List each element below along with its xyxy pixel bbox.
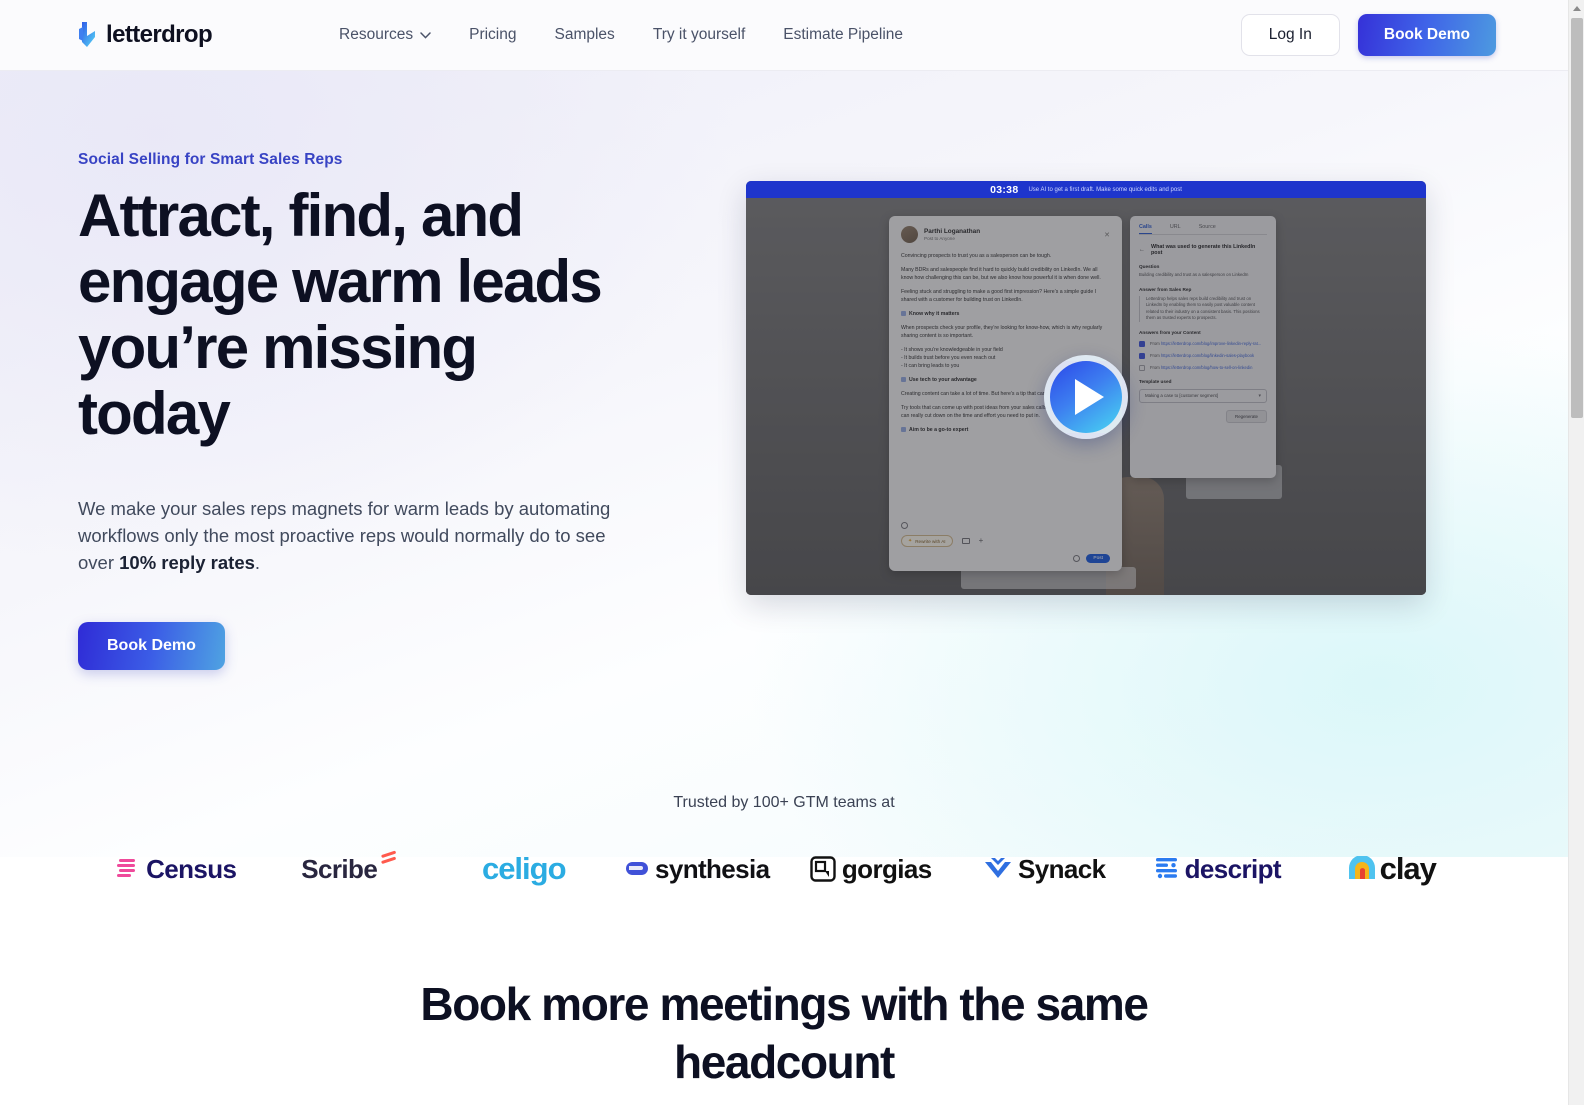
hero-section: Social Selling for Smart Sales Reps Attr… xyxy=(0,71,1568,886)
video-frame: Parthi Loganathan Post to Anyone ✕ Convi… xyxy=(746,198,1426,595)
nav-item-try-it-yourself[interactable]: Try it yourself xyxy=(634,16,764,54)
descript-logo-icon xyxy=(1155,858,1177,879)
nav-item-samples[interactable]: Samples xyxy=(536,16,634,54)
page-title: Attract, find, and engage warm leads you… xyxy=(78,182,603,447)
nav-item-pricing[interactable]: Pricing xyxy=(450,16,535,54)
gorgias-logo-icon xyxy=(810,856,836,882)
page-scrollbar[interactable] xyxy=(1568,0,1584,1105)
nav-label: Estimate Pipeline xyxy=(783,26,904,43)
logo-census: Census xyxy=(90,854,264,885)
logo-label: Synack xyxy=(1018,853,1106,884)
synack-logo-icon xyxy=(985,858,1012,878)
scroll-up-arrow-icon[interactable] xyxy=(1569,0,1584,16)
logo-synack: Synack xyxy=(958,854,1132,885)
page-viewport: letterdrop Resources Pricing Samples Try… xyxy=(0,0,1568,1105)
nav-item-estimate-pipeline[interactable]: Estimate Pipeline xyxy=(764,16,922,54)
video-timer: 03:38 xyxy=(990,183,1019,196)
census-logo-icon xyxy=(117,859,136,877)
play-button[interactable] xyxy=(1044,354,1128,439)
logo-scribe: Scribe xyxy=(264,850,438,888)
header-actions: Log In Book Demo xyxy=(1240,14,1496,56)
logo-label: synthesia xyxy=(654,853,770,884)
section-title: Book more meetings with the same headcou… xyxy=(420,978,1149,1088)
logo-label: Census xyxy=(146,853,237,884)
logo-label: gorgias xyxy=(841,853,932,884)
logo-label: clay xyxy=(1379,851,1437,886)
logo-label: Scribe xyxy=(301,853,378,884)
customer-logos: Census Scribe celigo synthesia gorgias S… xyxy=(0,812,1568,888)
book-demo-button-hero[interactable]: Book Demo xyxy=(78,622,225,670)
logo-celigo: celigo xyxy=(437,851,611,887)
video-top-bar: 03:38 Use AI to get a first draft. Make … xyxy=(746,181,1426,198)
video-caption: Use AI to get a first draft. Make some q… xyxy=(1028,186,1182,193)
play-icon xyxy=(1075,378,1104,415)
nav-item-resources[interactable]: Resources xyxy=(320,16,450,54)
hero-copy: Social Selling for Smart Sales Reps Attr… xyxy=(78,71,678,670)
book-demo-button-header[interactable]: Book Demo xyxy=(1357,14,1496,56)
hero-subtitle-highlight: 10% reply rates xyxy=(119,552,255,573)
logo-label: descript xyxy=(1184,853,1282,884)
site-header: letterdrop Resources Pricing Samples Try… xyxy=(0,0,1568,71)
hero-subtitle: We make your sales reps magnets for warm… xyxy=(78,495,623,576)
nav-label: Resources xyxy=(339,26,414,43)
chevron-down-icon xyxy=(420,31,431,39)
brand-logo[interactable]: letterdrop xyxy=(78,21,213,49)
synthesia-logo-icon xyxy=(625,862,648,875)
trusted-caption: Trusted by 100+ GTM teams at xyxy=(673,794,895,811)
nav-label: Pricing xyxy=(469,26,517,43)
clay-logo-icon xyxy=(1348,856,1375,879)
login-button[interactable]: Log In xyxy=(1240,14,1340,56)
scribe-logo-icon xyxy=(381,850,397,864)
hero-subtitle-part2: . xyxy=(254,552,261,573)
logo-label: celigo xyxy=(481,851,567,886)
logo-synthesia: synthesia xyxy=(611,854,785,885)
scrollbar-thumb[interactable] xyxy=(1571,18,1583,418)
logo-clay: clay xyxy=(1305,851,1479,887)
logo-descript: descript xyxy=(1131,854,1305,885)
brand-name: letterdrop xyxy=(106,21,213,48)
hero-eyebrow: Social Selling for Smart Sales Reps xyxy=(78,151,343,168)
section-book-more-meetings: Book more meetings with the same headcou… xyxy=(0,857,1568,1091)
hero-video-player[interactable]: 03:38 Use AI to get a first draft. Make … xyxy=(746,181,1426,595)
main-navigation: Resources Pricing Samples Try it yoursel… xyxy=(320,16,922,54)
nav-label: Samples xyxy=(554,26,615,43)
nav-label: Try it yourself xyxy=(652,26,746,43)
letterdrop-logo-icon xyxy=(79,22,95,47)
logo-gorgias: gorgias xyxy=(784,854,958,885)
